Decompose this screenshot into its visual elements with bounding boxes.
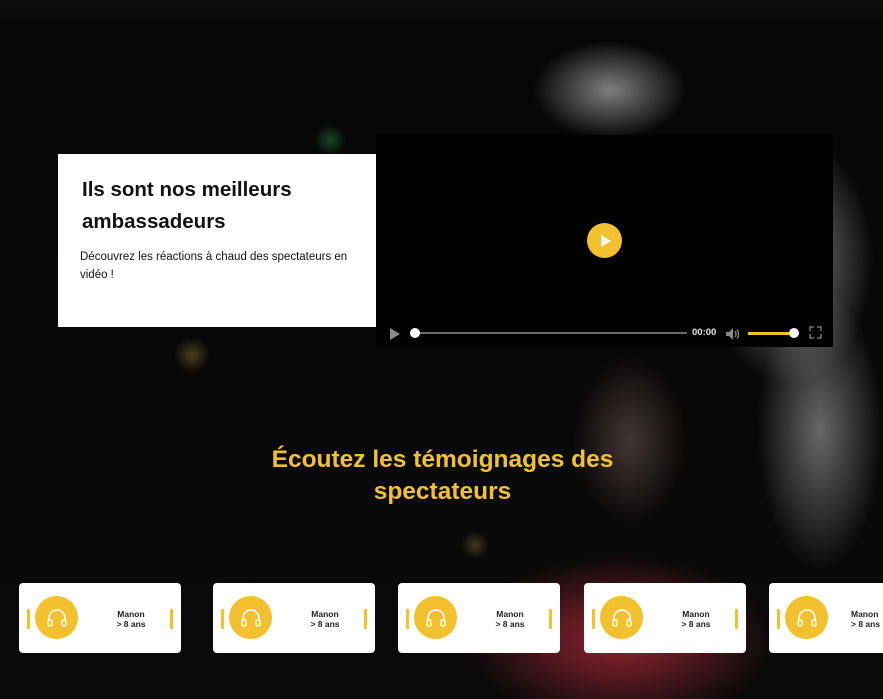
headphones-icon[interactable] xyxy=(229,596,272,639)
play-icon xyxy=(600,234,611,247)
headphones-icon[interactable] xyxy=(785,596,828,639)
current-time: 00:00 xyxy=(692,327,717,338)
card-label: Manon > 8 ans xyxy=(480,609,540,629)
card-age: > 8 ans xyxy=(310,619,340,629)
card-name: Manon xyxy=(682,609,710,619)
card-accent-bar xyxy=(221,609,224,629)
card-age: > 8 ans xyxy=(495,619,525,629)
card-accent-bar xyxy=(735,609,738,629)
card-name: Manon xyxy=(311,609,339,619)
testimonial-list: Manon > 8 ans Manon > 8 ans Manon > 8 an… xyxy=(0,583,883,655)
top-shade xyxy=(0,0,883,30)
video-controls: 00:00 xyxy=(376,319,833,347)
fullscreen-icon[interactable] xyxy=(809,326,822,344)
intro-title: Ils sont nos meilleurs ambassadeurs xyxy=(82,178,292,233)
volume-slider[interactable] xyxy=(748,328,799,338)
intro-text: Découvrez les réactions à chaud des spec… xyxy=(80,251,348,281)
card-label: Manon > 8 ans xyxy=(666,609,726,629)
headphones-icon[interactable] xyxy=(414,596,457,639)
testimonial-card[interactable]: Manon > 8 ans xyxy=(19,583,181,653)
card-accent-bar xyxy=(364,609,367,629)
section-heading: Écoutez les témoignages des spectateurs xyxy=(271,446,614,505)
card-name: Manon xyxy=(851,609,879,619)
testimonial-card[interactable]: Manon > 8 ans xyxy=(398,583,560,653)
video-player[interactable]: 00:00 xyxy=(376,135,833,347)
card-age: > 8 ans xyxy=(851,619,881,629)
card-accent-bar xyxy=(27,609,30,629)
volume-icon[interactable] xyxy=(726,327,740,345)
card-accent-bar xyxy=(777,609,780,629)
card-label: Manon > 8 ans xyxy=(851,609,883,629)
testimonial-card[interactable]: Manon > 8 ans xyxy=(769,583,883,653)
card-accent-bar xyxy=(170,609,173,629)
card-accent-bar xyxy=(592,609,595,629)
card-age: > 8 ans xyxy=(116,619,146,629)
card-label: Manon > 8 ans xyxy=(101,609,161,629)
testimonial-card[interactable]: Manon > 8 ans xyxy=(213,583,375,653)
card-name: Manon xyxy=(117,609,145,619)
testimonial-card[interactable]: Manon > 8 ans xyxy=(584,583,746,653)
control-play-icon[interactable] xyxy=(389,327,400,345)
card-age: > 8 ans xyxy=(681,619,711,629)
play-button[interactable] xyxy=(587,223,622,258)
card-accent-bar xyxy=(406,609,409,629)
card-accent-bar xyxy=(549,609,552,629)
progress-handle[interactable] xyxy=(410,328,420,338)
intro-card: Ils sont nos meilleurs ambassadeurs Déco… xyxy=(58,154,376,327)
volume-handle[interactable] xyxy=(789,328,799,338)
progress-bar[interactable] xyxy=(410,328,687,338)
headphones-icon[interactable] xyxy=(600,596,643,639)
headphones-icon[interactable] xyxy=(35,596,78,639)
card-name: Manon xyxy=(496,609,524,619)
card-label: Manon > 8 ans xyxy=(295,609,355,629)
